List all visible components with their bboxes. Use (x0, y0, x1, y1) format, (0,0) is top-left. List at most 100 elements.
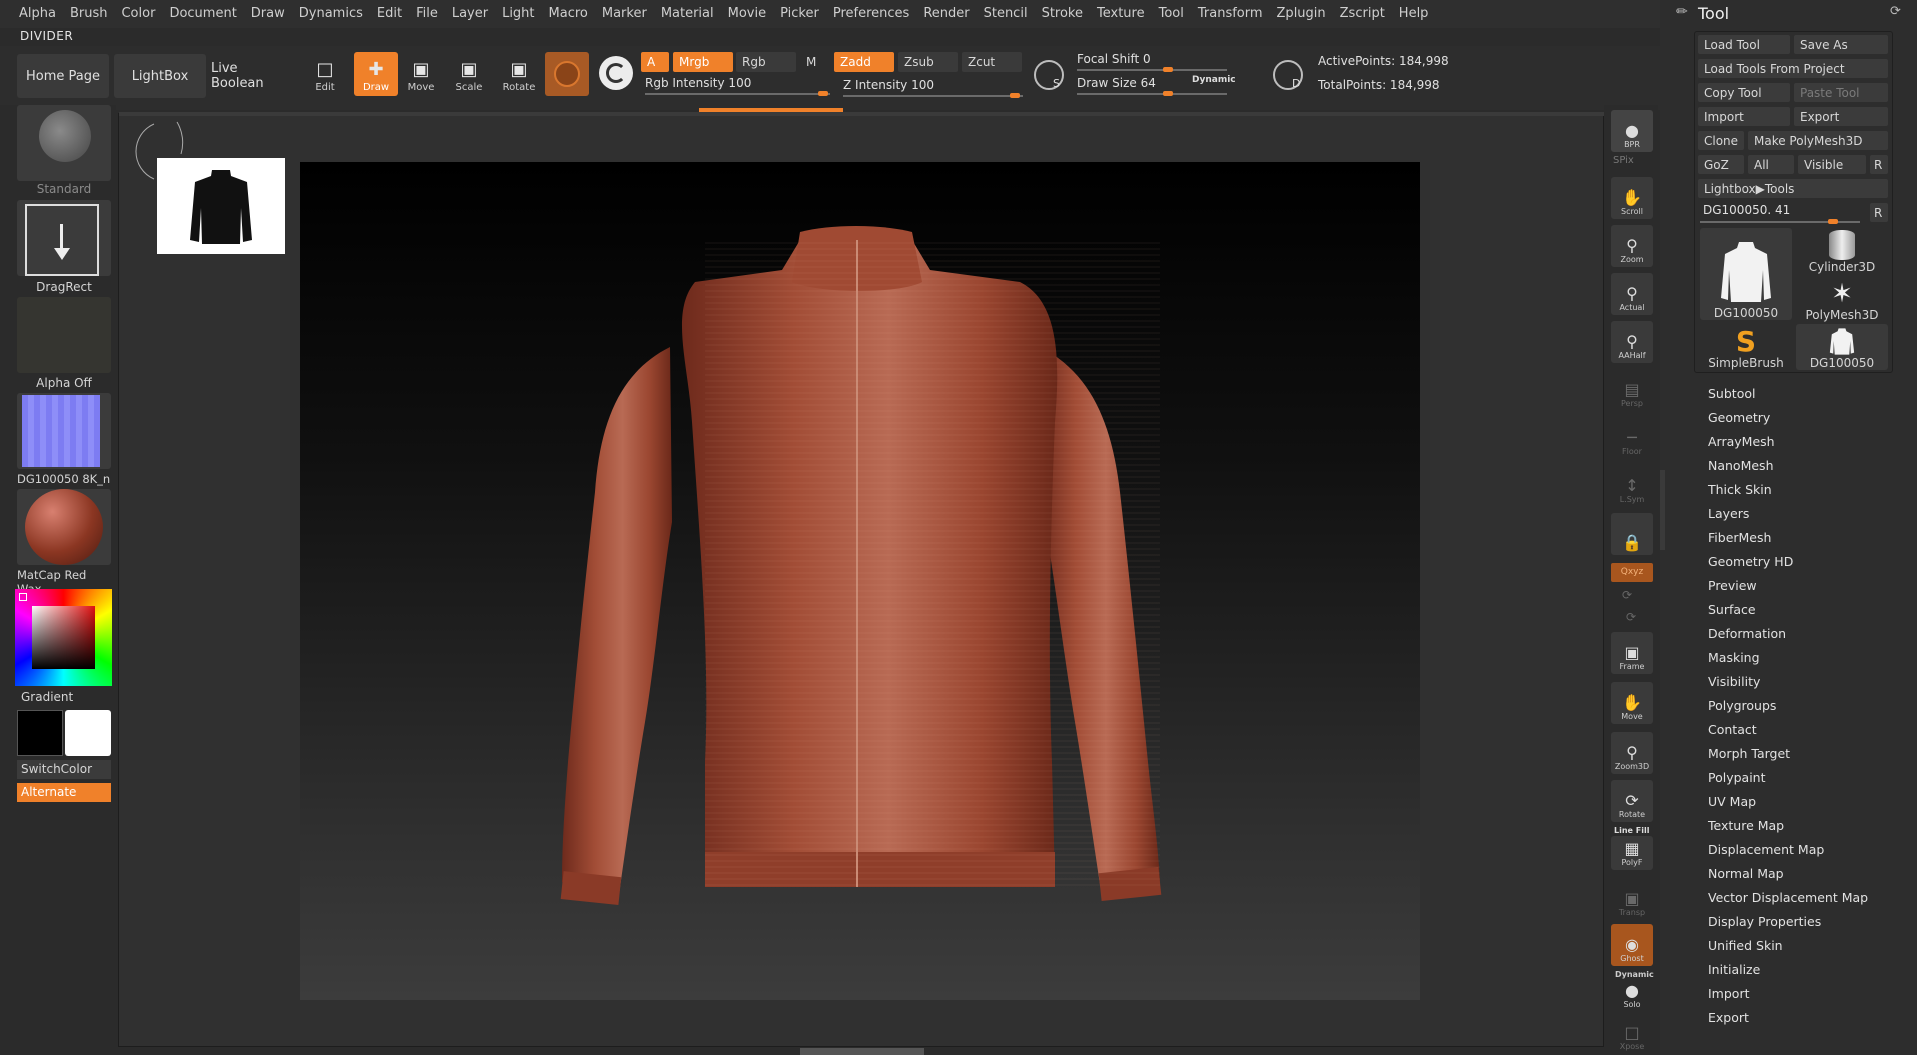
menu-picker[interactable]: Picker (773, 0, 826, 28)
zadd-toggle[interactable]: Zadd (834, 52, 894, 72)
current-tool-slider-knob[interactable] (1828, 219, 1838, 224)
persp-button[interactable]: ▤ Persp (1611, 369, 1653, 411)
scroll-button[interactable]: ✋ Scroll (1611, 177, 1653, 219)
bpr-button[interactable]: ● BPR (1611, 110, 1653, 152)
goz-button[interactable]: GoZ (1698, 155, 1744, 174)
menu-help[interactable]: Help (1392, 0, 1436, 28)
edit-button[interactable]: □ Edit (303, 52, 347, 96)
live-boolean-button[interactable]: Live Boolean (211, 54, 289, 98)
document-canvas[interactable] (300, 162, 1420, 1000)
section-polygroups[interactable]: Polygroups (1708, 698, 1776, 713)
load-tool-button[interactable]: Load Tool (1698, 35, 1790, 54)
lightbox-button[interactable]: LightBox (114, 54, 206, 98)
menu-transform[interactable]: Transform (1191, 0, 1270, 28)
section-layers[interactable]: Layers (1708, 506, 1749, 521)
goz-visible-button[interactable]: Visible (1798, 155, 1866, 174)
a-toggle[interactable]: A (641, 52, 669, 72)
tool-thumb-dg100050-2[interactable]: DG100050 (1796, 324, 1888, 370)
color-square[interactable] (32, 606, 95, 669)
menu-layer[interactable]: Layer (445, 0, 495, 28)
menu-file[interactable]: File (409, 0, 445, 28)
section-geometry-hd[interactable]: Geometry HD (1708, 554, 1793, 569)
menu-macro[interactable]: Macro (542, 0, 595, 28)
section-preview[interactable]: Preview (1708, 578, 1757, 593)
palette-splitter[interactable] (1660, 470, 1665, 550)
lightbox-tools-button[interactable]: Lightbox▶Tools (1698, 179, 1888, 198)
rgb-intensity-knob[interactable] (818, 91, 828, 96)
section-thick-skin[interactable]: Thick Skin (1708, 482, 1772, 497)
floor-button[interactable]: ─ Floor (1611, 417, 1653, 459)
menu-document[interactable]: Document (162, 0, 243, 28)
section-contact[interactable]: Contact (1708, 722, 1757, 737)
section-initialize[interactable]: Initialize (1708, 962, 1760, 977)
material-preview-button[interactable] (545, 52, 589, 96)
section-arraymesh[interactable]: ArrayMesh (1708, 434, 1775, 449)
menu-color[interactable]: Color (114, 0, 162, 28)
spix-label[interactable]: SPix (1613, 155, 1634, 166)
menu-marker[interactable]: Marker (595, 0, 654, 28)
section-displacement-map[interactable]: Displacement Map (1708, 842, 1824, 857)
menu-zscript[interactable]: Zscript (1333, 0, 1392, 28)
save-as-button[interactable]: Save As (1794, 35, 1888, 54)
brush-slot[interactable] (17, 105, 111, 181)
z-intensity-slider[interactable] (843, 95, 1023, 97)
import-tool-button[interactable]: Import (1698, 107, 1790, 126)
tool-r-button[interactable]: R (1870, 203, 1888, 222)
tool-thumb-dg100050[interactable]: DG100050 (1700, 228, 1792, 320)
zcut-toggle[interactable]: Zcut (962, 52, 1022, 72)
menu-stroke[interactable]: Stroke (1035, 0, 1090, 28)
menu-stencil[interactable]: Stencil (977, 0, 1035, 28)
draw-button[interactable]: ✚ Draw (354, 52, 398, 96)
qxyz-button[interactable]: Qxyz (1611, 563, 1653, 582)
rgb-toggle[interactable]: Rgb (736, 52, 796, 72)
alternate-button[interactable]: Alternate (17, 783, 111, 802)
sculptris-pro-icon[interactable] (599, 56, 633, 90)
alpha-slot[interactable] (17, 297, 111, 373)
m-toggle[interactable]: M (800, 52, 826, 72)
rotate-view-button[interactable]: ⟳ Rotate (1611, 780, 1653, 822)
material-slot[interactable] (17, 489, 111, 565)
menu-tool[interactable]: Tool (1152, 0, 1191, 28)
menu-edit[interactable]: Edit (370, 0, 409, 28)
mrgb-toggle[interactable]: Mrgb (673, 52, 733, 72)
draw-size-slider[interactable] (1077, 93, 1227, 95)
section-surface[interactable]: Surface (1708, 602, 1756, 617)
scale-button[interactable]: ▣ Scale (447, 52, 491, 96)
section-subtool[interactable]: Subtool (1708, 386, 1755, 401)
section-polypaint[interactable]: Polypaint (1708, 770, 1766, 785)
section-display-properties[interactable]: Display Properties (1708, 914, 1821, 929)
move-view-button[interactable]: ✋ Move (1611, 682, 1653, 724)
tool-thumb-simplebrush[interactable]: S SimpleBrush (1700, 324, 1792, 371)
section-uv-map[interactable]: UV Map (1708, 794, 1756, 809)
make-polymesh3d-button[interactable]: Make PolyMesh3D (1748, 131, 1888, 150)
z-intensity-knob[interactable] (1010, 93, 1020, 98)
menu-preferences[interactable]: Preferences (826, 0, 916, 28)
actual-button[interactable]: ⚲ Actual (1611, 273, 1653, 315)
color-picker[interactable] (15, 589, 112, 686)
zoom-button[interactable]: ⚲ Zoom (1611, 225, 1653, 267)
export-tool-button[interactable]: Export (1794, 107, 1888, 126)
rotate-button[interactable]: ▣ Rotate (497, 52, 541, 96)
menu-light[interactable]: Light (495, 0, 541, 28)
home-page-button[interactable]: Home Page (17, 54, 109, 98)
section-visibility[interactable]: Visibility (1708, 674, 1760, 689)
frame-button[interactable]: ▣ Frame (1611, 632, 1653, 674)
solo-button[interactable]: ● Solo (1611, 978, 1653, 1012)
dynamic-label[interactable]: Dynamic (1192, 75, 1236, 85)
section-geometry[interactable]: Geometry (1708, 410, 1770, 425)
section-export[interactable]: Export (1708, 1010, 1749, 1025)
section-nanomesh[interactable]: NanoMesh (1708, 458, 1774, 473)
section-deformation[interactable]: Deformation (1708, 626, 1786, 641)
ghost-button[interactable]: ◉ Ghost (1611, 924, 1653, 966)
goz-r-button[interactable]: R (1870, 155, 1888, 174)
xpose-button[interactable]: □ Xpose (1611, 1020, 1653, 1054)
section-fibermesh[interactable]: FiberMesh (1708, 530, 1771, 545)
draw-size-knob[interactable] (1163, 91, 1173, 96)
menu-render[interactable]: Render (916, 0, 976, 28)
palette-dock-icon[interactable]: ⟳ (1890, 4, 1901, 19)
menu-zplugin[interactable]: Zplugin (1270, 0, 1333, 28)
lock-button[interactable]: 🔒 (1611, 513, 1653, 555)
section-import[interactable]: Import (1708, 986, 1750, 1001)
aahalf-button[interactable]: ⚲ AAHalf (1611, 321, 1653, 363)
section-normal-map[interactable]: Normal Map (1708, 866, 1784, 881)
